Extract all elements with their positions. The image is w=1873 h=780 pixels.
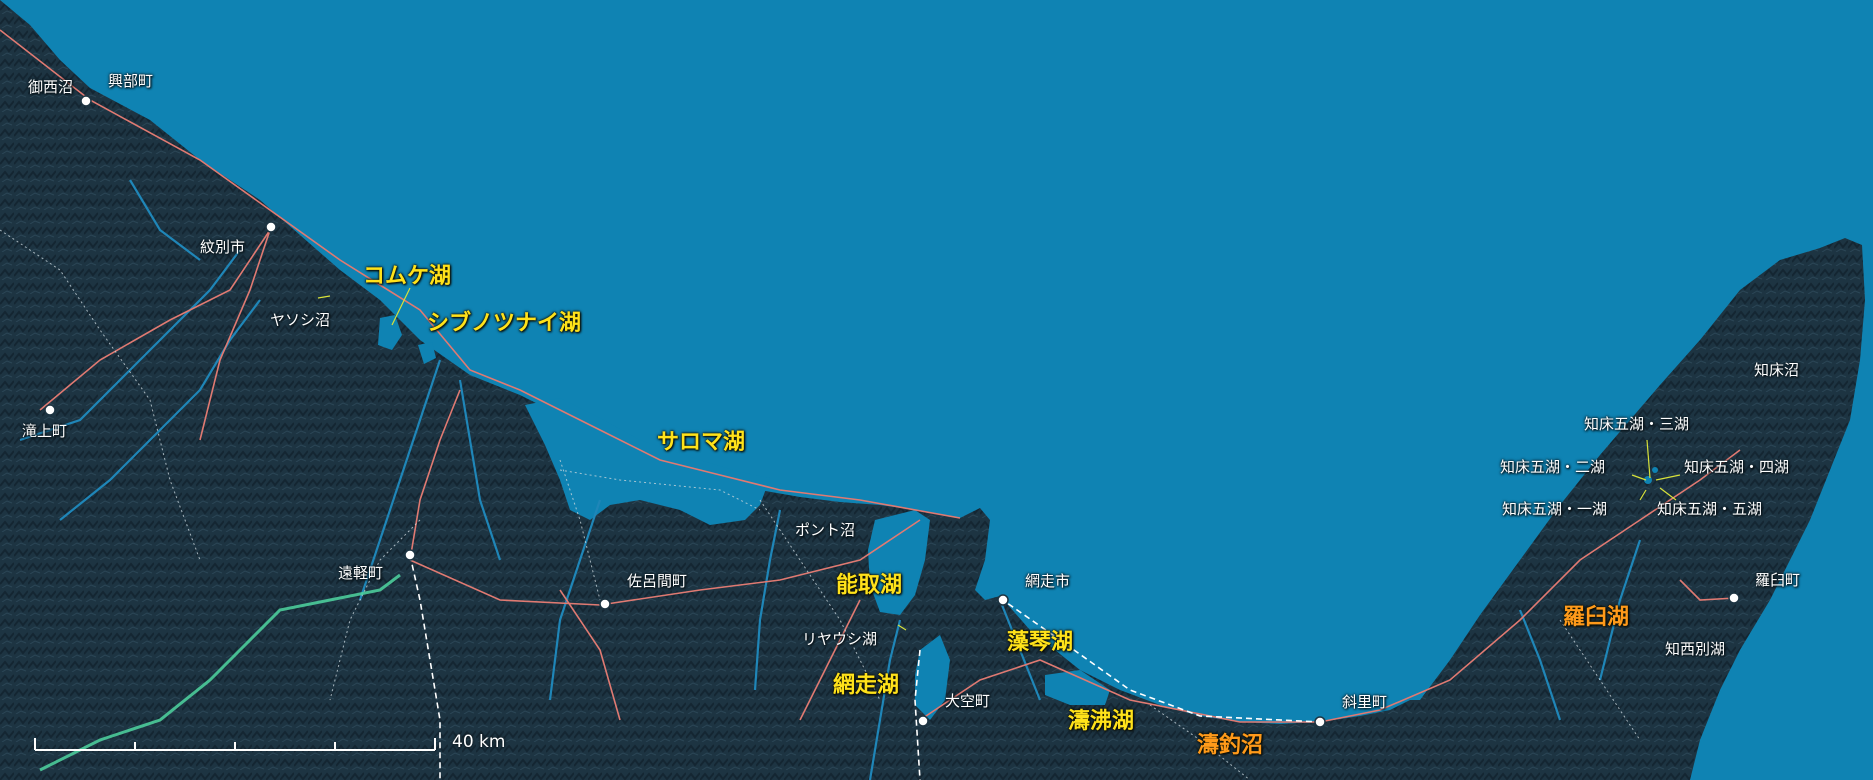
lake-label-goko-2: 知床五湖・二湖 [1500, 458, 1606, 476]
lake-label-chinishibetsu: 知西別湖 [1665, 640, 1726, 658]
lake-label-shibunotsunai: シブノツナイ湖 [427, 311, 582, 336]
lake-label-yasoshi: ヤソシ沼 [270, 311, 331, 329]
town-label-takinoue: 滝上町 [22, 422, 68, 440]
lake-label-goko-5: 知床五湖・五湖 [1657, 500, 1763, 518]
lake-label-mokoto: 藻琴湖 [1007, 630, 1074, 655]
goko-lake-dot [1652, 467, 1658, 473]
lake-label-komuke: コムケ湖 [363, 264, 452, 289]
lake-label-notoro: 能取湖 [836, 573, 903, 598]
town-label-abashiri: 網走市 [1025, 572, 1071, 590]
town-label-saroma: 佐呂間町 [627, 572, 688, 590]
lake-label-goko-4: 知床五湖・四湖 [1684, 458, 1790, 476]
town-label-ozora: 大空町 [945, 692, 991, 710]
lake-label-goko-3: 知床五湖・三湖 [1584, 415, 1690, 433]
lake-label-goko-1: 知床五湖・一湖 [1502, 500, 1608, 518]
town-label-shari: 斜里町 [1342, 693, 1388, 711]
map-base-layer [0, 0, 1873, 780]
lake-label-onishibetsu: 御西沼 [28, 78, 74, 96]
lake-label-riyaushi: リヤウシ湖 [802, 630, 878, 648]
town-label-engaru: 遠軽町 [338, 564, 384, 582]
town-label-okoppe: 興部町 [108, 72, 154, 90]
lake-label-abashiri: 網走湖 [833, 673, 900, 698]
map-canvas[interactable]: 興部町 紋別市 滝上町 遠軽町 佐呂間町 網走市 大空町 斜里町 羅臼町 御西沼… [0, 0, 1873, 780]
lake-label-tofutsu: 濤沸湖 [1068, 709, 1135, 734]
lake-label-saroma: サロマ湖 [657, 430, 746, 455]
lake-label-shiretoko-numa: 知床沼 [1754, 361, 1800, 379]
town-label-monbetsu: 紋別市 [200, 238, 246, 256]
lake-label-ponto: ポント沼 [795, 521, 856, 539]
town-label-rausu: 羅臼町 [1755, 571, 1801, 589]
lake-label-rausu: 羅臼湖 [1563, 605, 1630, 630]
scale-bar-label: 40 km [452, 732, 506, 752]
lake-label-totsuri: 濤釣沼 [1197, 733, 1264, 758]
